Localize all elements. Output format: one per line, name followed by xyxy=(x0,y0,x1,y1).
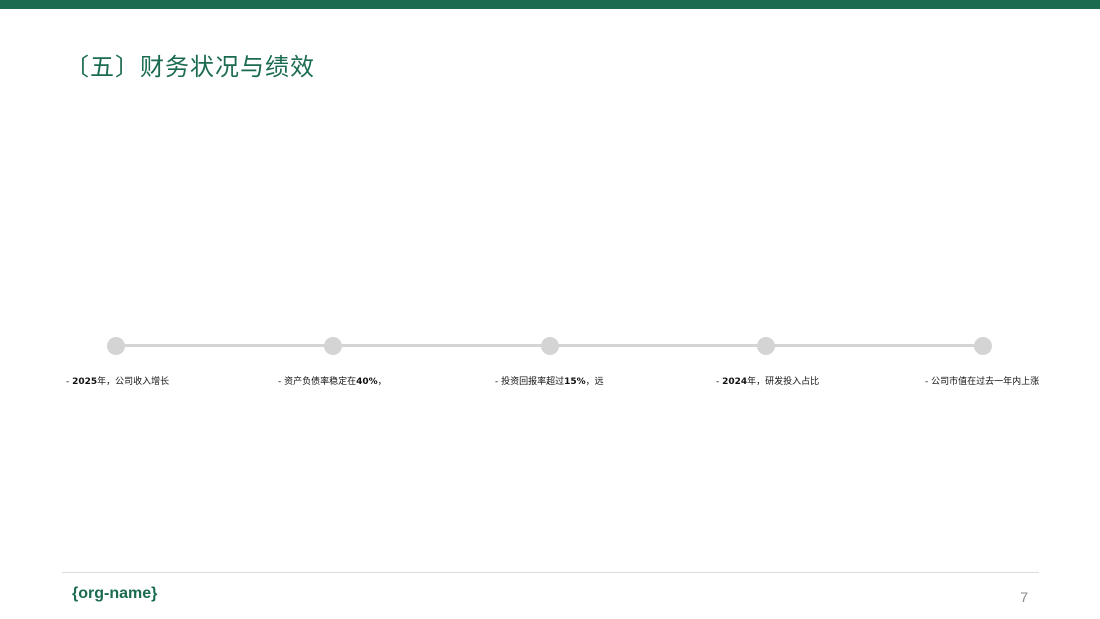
timeline-dot xyxy=(107,337,125,355)
timeline-item-highlight: 2025 xyxy=(72,377,98,387)
timeline-item-label: - 2024年，研发投入占比 xyxy=(716,376,819,389)
org-name: {org-name} xyxy=(72,585,158,602)
page-title: 〔五〕财务状况与绩效 xyxy=(65,53,315,81)
timeline-item-prefix: - 资产负债率稳定在 xyxy=(278,377,357,387)
page-number: 7 xyxy=(1020,589,1028,605)
timeline-dot xyxy=(757,337,775,355)
timeline-item-text: ， xyxy=(377,377,387,387)
timeline-item-prefix: - 公司市值在过去一年内上涨 xyxy=(925,377,1040,387)
timeline-item-highlight: 2024 xyxy=(722,377,748,387)
timeline-item-highlight: 40% xyxy=(356,377,378,387)
timeline-dot xyxy=(324,337,342,355)
timeline-item-label: - 公司市值在过去一年内上涨 xyxy=(925,376,1039,389)
timeline-dot xyxy=(974,337,992,355)
timeline-dot xyxy=(541,337,559,355)
timeline-item-label: - 投资回报率超过15%，远 xyxy=(495,376,604,389)
timeline-item-label: - 资产负债率稳定在40%， xyxy=(278,376,387,389)
timeline-item-prefix: - 投资回报率超过 xyxy=(495,377,565,387)
timeline-item-highlight: 15% xyxy=(564,377,586,387)
timeline-item-text: 年，研发投入占比 xyxy=(747,377,820,387)
timeline-item-text: 年，公司收入增长 xyxy=(97,377,170,387)
timeline-item-label: - 2025年，公司收入增长 xyxy=(66,376,169,389)
top-accent-bar xyxy=(0,0,1100,9)
footer-divider xyxy=(62,572,1039,573)
timeline-item-text: ，远 xyxy=(585,377,604,387)
